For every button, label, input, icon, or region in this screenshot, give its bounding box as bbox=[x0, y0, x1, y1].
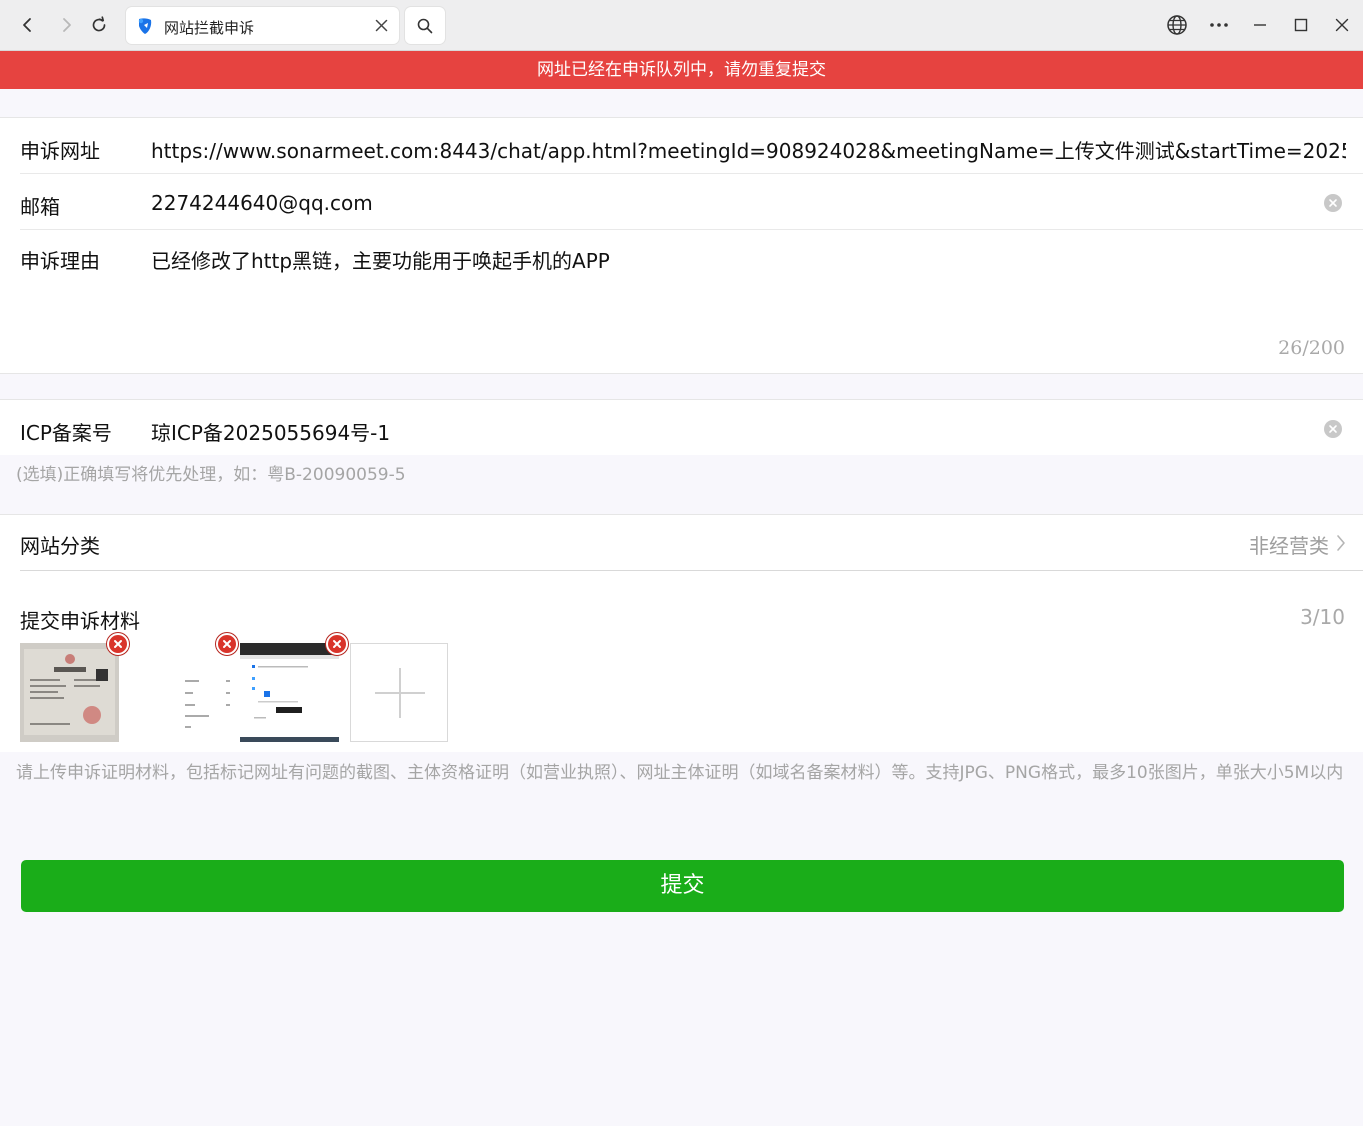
uploaded-image-form[interactable] bbox=[180, 643, 240, 742]
delete-icon[interactable] bbox=[216, 633, 238, 655]
materials-counter: 3/10 bbox=[1300, 605, 1345, 629]
refresh-icon[interactable] bbox=[82, 8, 116, 42]
materials-hint: 请上传申诉证明材料，包括标记网址有问题的截图、主体资格证明（如营业执照）、网址主… bbox=[16, 763, 1344, 783]
email-field[interactable]: 2274244640@qq.com bbox=[151, 191, 373, 215]
tab-title: 网站拦截申诉 bbox=[164, 19, 255, 37]
category-label: 网站分类 bbox=[20, 534, 100, 558]
add-image-button[interactable] bbox=[350, 643, 448, 742]
icp-section: ICP备案号 琼ICP备2025055694号-1 bbox=[0, 399, 1363, 455]
delete-icon[interactable] bbox=[326, 633, 348, 655]
icp-field[interactable]: 琼ICP备2025055694号-1 bbox=[151, 417, 390, 446]
minimize-icon[interactable] bbox=[1243, 8, 1277, 42]
reason-char-counter: 26/200 bbox=[1278, 337, 1345, 359]
submit-button[interactable]: 提交 bbox=[21, 860, 1344, 912]
category-value: 非经营类 bbox=[1249, 534, 1329, 558]
email-label: 邮箱 bbox=[20, 195, 60, 219]
clear-icon[interactable] bbox=[1324, 194, 1342, 212]
more-icon[interactable] bbox=[1202, 8, 1236, 42]
divider bbox=[20, 570, 1363, 571]
duplicate-warning-banner: 网址已经在申诉队列中，请勿重复提交 bbox=[0, 51, 1363, 89]
globe-icon[interactable] bbox=[1160, 8, 1194, 42]
reason-textarea[interactable]: 已经修改了http黑链，主要功能用于唤起手机的APP bbox=[151, 245, 610, 274]
icp-label: ICP备案号 bbox=[20, 421, 112, 445]
reason-label: 申诉理由 bbox=[20, 249, 100, 273]
uploaded-image-screenshot[interactable] bbox=[240, 643, 339, 742]
window-close-icon[interactable] bbox=[1325, 8, 1359, 42]
close-icon[interactable] bbox=[374, 18, 389, 33]
browser-tab[interactable]: 网站拦截申诉 bbox=[126, 7, 399, 44]
divider bbox=[20, 229, 1363, 230]
icp-hint: (选填)正确填写将优先处理，如：粤B-20090059-5 bbox=[16, 465, 406, 485]
divider bbox=[20, 173, 1363, 174]
browser-title-bar: 网站拦截申诉 bbox=[0, 0, 1363, 51]
url-label: 申诉网址 bbox=[20, 139, 100, 163]
back-arrow-icon[interactable] bbox=[10, 8, 44, 42]
forward-arrow-icon[interactable] bbox=[50, 8, 84, 42]
delete-icon[interactable] bbox=[107, 633, 129, 655]
search-icon[interactable] bbox=[405, 7, 445, 44]
url-field[interactable]: https://www.sonarmeet.com:8443/chat/app.… bbox=[151, 135, 1346, 164]
appeal-info-section: 申诉网址 https://www.sonarmeet.com:8443/chat… bbox=[0, 117, 1363, 374]
maximize-icon[interactable] bbox=[1284, 8, 1318, 42]
uploaded-image-license[interactable] bbox=[20, 643, 119, 742]
chevron-right-icon bbox=[1336, 534, 1346, 557]
materials-label: 提交申诉材料 bbox=[20, 609, 140, 633]
category-row[interactable]: 网站分类 非经营类 bbox=[0, 515, 1363, 570]
clear-icon[interactable] bbox=[1324, 420, 1342, 438]
shield-bird-icon bbox=[135, 16, 155, 36]
